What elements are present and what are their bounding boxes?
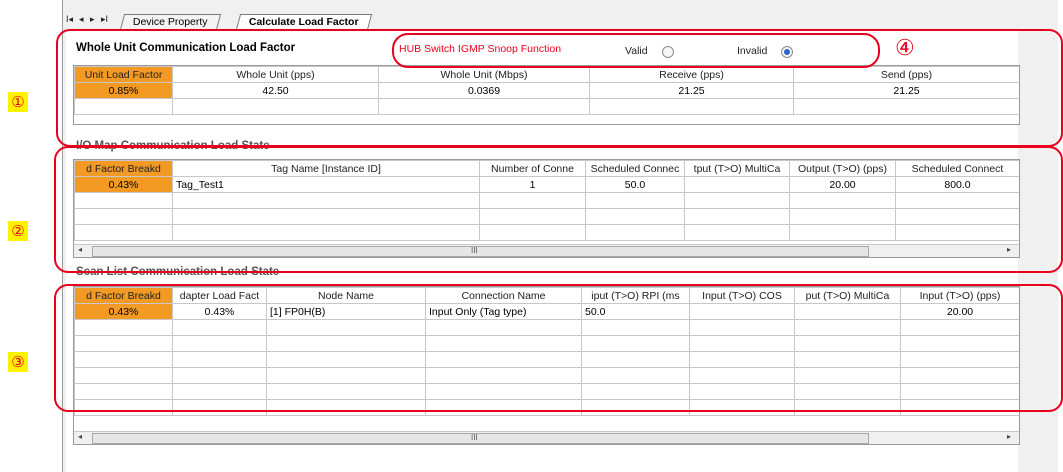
tab-device-property-label: Device Property <box>132 16 208 28</box>
tab-calculate-load-factor[interactable]: Calculate Load Factor <box>235 14 372 30</box>
scrollbar-thumb[interactable] <box>92 433 869 444</box>
marker-2: ② <box>8 221 28 241</box>
tab-device-property[interactable]: Device Property <box>119 14 221 30</box>
marker-4: ④ <box>895 36 915 61</box>
first-tab-button[interactable]: I◂ <box>66 14 73 25</box>
last-tab-button[interactable]: ▸I <box>101 14 108 25</box>
scroll-left-icon[interactable]: ◂ <box>78 432 82 441</box>
next-tab-button[interactable]: ▸ <box>90 14 95 25</box>
scrollbar-grip: III <box>471 433 478 442</box>
marker-3: ③ <box>8 352 28 372</box>
callout-section-3 <box>54 284 1063 412</box>
marker-1: ① <box>8 92 28 112</box>
callout-hub-switch <box>392 33 880 68</box>
tab-calculate-load-factor-label: Calculate Load Factor <box>248 16 359 28</box>
prev-tab-button[interactable]: ◂ <box>79 14 84 25</box>
callout-section-2 <box>54 146 1063 273</box>
scroll-right-icon[interactable]: ▸ <box>1007 432 1011 441</box>
horizontal-scrollbar[interactable]: ◂ III ▸ <box>74 431 1019 444</box>
